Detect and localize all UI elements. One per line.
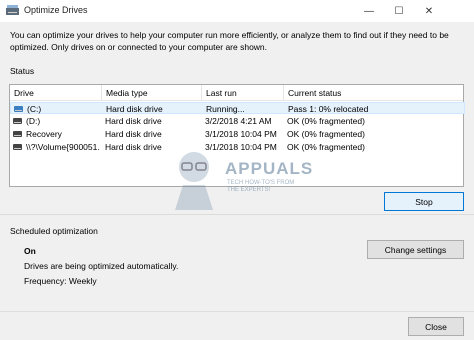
table-row[interactable]: Recovery Hard disk drive 3/1/2018 10:04 … xyxy=(10,128,465,140)
last-run: 3/2/2018 4:21 AM xyxy=(205,116,272,126)
current-status: OK (0% fragmented) xyxy=(287,116,365,126)
column-header-media-type[interactable]: Media type xyxy=(102,85,202,101)
drive-icon xyxy=(13,144,22,150)
drives-list-header: Drive Media type Last run Current status xyxy=(10,85,463,101)
drive-icon xyxy=(13,118,22,124)
close-icon: ✕ xyxy=(424,5,434,17)
current-status: OK (0% fragmented) xyxy=(287,129,365,139)
column-header-last-run[interactable]: Last run xyxy=(202,85,284,101)
intro-text: You can optimize your drives to help you… xyxy=(10,30,449,52)
drive-name: Recovery xyxy=(26,129,62,139)
media-type: Hard disk drive xyxy=(106,104,163,114)
table-row[interactable]: (D:) Hard disk drive 3/2/2018 4:21 AM OK… xyxy=(10,115,465,127)
media-type: Hard disk drive xyxy=(105,116,162,126)
drive-icon xyxy=(13,131,22,137)
system-drive-icon xyxy=(14,106,23,112)
drive-name: (C:) xyxy=(27,104,42,114)
scheduled-optimization-label: Scheduled optimization xyxy=(10,226,98,236)
media-type: Hard disk drive xyxy=(105,129,162,139)
schedule-frequency: Frequency: Weekly xyxy=(24,276,97,286)
last-run: 3/1/2018 10:04 PM xyxy=(205,129,277,139)
maximize-icon: ☐ xyxy=(394,5,404,17)
drive-name: \\?\Volume{900051... xyxy=(26,142,100,152)
column-header-current-status[interactable]: Current status xyxy=(284,85,465,101)
close-window-button[interactable]: ✕ xyxy=(414,0,444,22)
optimize-drives-icon xyxy=(6,5,19,15)
section-divider xyxy=(0,214,474,215)
drive-name: (D:) xyxy=(26,116,41,126)
footer-bar xyxy=(0,311,474,340)
window-title: Optimize Drives xyxy=(24,5,88,15)
watermark-subtitle: TECH HOW-TO'S FROM THE EXPERTS! xyxy=(227,180,295,193)
column-header-drive[interactable]: Drive xyxy=(10,85,102,101)
maximize-button[interactable]: ☐ xyxy=(384,0,414,22)
mascot-logo xyxy=(175,152,213,210)
minimize-button[interactable]: — xyxy=(354,0,384,22)
stop-button[interactable]: Stop xyxy=(384,192,464,211)
last-run: Running... xyxy=(206,104,245,114)
schedule-state: On xyxy=(24,246,36,256)
minimize-icon: — xyxy=(364,5,374,17)
watermark-title: APPUALS xyxy=(225,159,314,178)
change-settings-button[interactable]: Change settings xyxy=(367,240,464,259)
current-status: OK (0% fragmented) xyxy=(287,142,365,152)
title-bar: Optimize Drives — ☐ ✕ xyxy=(0,0,474,22)
appuals-watermark: APPUALS TECH HOW-TO'S FROM THE EXPERTS! xyxy=(165,145,312,210)
close-button[interactable]: Close xyxy=(408,317,464,336)
schedule-description: Drives are being optimized automatically… xyxy=(24,261,179,271)
status-label: Status xyxy=(10,66,35,76)
current-status: Pass 1: 0% relocated xyxy=(288,104,369,114)
table-row[interactable]: (C:) Hard disk drive Running... Pass 1: … xyxy=(10,102,465,114)
